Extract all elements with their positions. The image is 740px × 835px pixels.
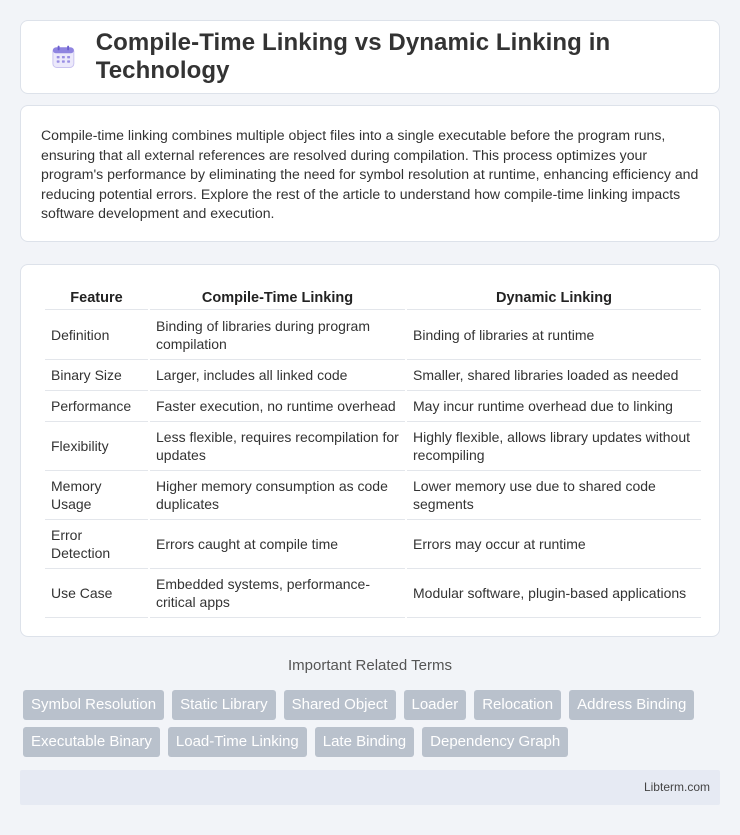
table-cell-compile-time: Binding of libraries during program comp… [150,310,405,360]
table-cell-dynamic: Errors may occur at runtime [407,520,701,569]
table-cell-compile-time: Larger, includes all linked code [150,360,405,391]
intro-paragraph: Compile-time linking combines multiple o… [41,127,699,222]
table-cell-feature: Binary Size [45,360,148,391]
tag-shared-object[interactable]: Shared Object [283,690,396,720]
table-row: Use Case Embedded systems, performance-c… [45,569,701,618]
related-terms-title: Important Related Terms [288,657,452,674]
column-header-compile-time: Compile-Time Linking [150,286,405,310]
header-card: Compile-Time Linking vs Dynamic Linking … [20,20,720,94]
comparison-table: Feature Compile-Time Linking Dynamic Lin… [43,286,703,618]
table-cell-feature: Definition [45,310,148,360]
tag-static-library[interactable]: Static Library [172,690,276,720]
footer-bar: Libterm.com [20,770,720,805]
table-cell-feature: Performance [45,391,148,422]
related-terms-tags: Symbol Resolution Static Library Shared … [23,690,723,764]
table-row: Definition Binding of libraries during p… [45,310,701,360]
tag-load-time-linking[interactable]: Load-Time Linking [167,727,307,757]
tag-loader[interactable]: Loader [403,690,467,720]
table-cell-dynamic: Highly flexible, allows library updates … [407,422,701,471]
page-title: Compile-Time Linking vs Dynamic Linking … [95,29,611,84]
column-header-feature: Feature [45,286,148,310]
tag-address-binding[interactable]: Address Binding [569,690,695,720]
table-cell-compile-time: Faster execution, no runtime overhead [150,391,405,422]
table-row: Error Detection Errors caught at compile… [45,520,701,569]
table-cell-compile-time: Less flexible, requires recompilation fo… [150,422,405,471]
tag-executable-binary[interactable]: Executable Binary [23,727,160,757]
table-cell-feature: Memory Usage [45,471,148,520]
table-cell-dynamic: Binding of libraries at runtime [407,310,701,360]
table-row: Performance Faster execution, no runtime… [45,391,701,422]
table-cell-dynamic: Modular software, plugin-based applicati… [407,569,701,618]
calendar-grid-icon [52,45,75,68]
intro-card: Compile-time linking combines multiple o… [20,105,720,242]
table-cell-compile-time: Embedded systems, performance-critical a… [150,569,405,618]
table-cell-feature: Use Case [45,569,148,618]
table-row: Memory Usage Higher memory consumption a… [45,471,701,520]
footer-brand-link[interactable]: Libterm.com [644,780,710,794]
table-cell-feature: Flexibility [45,422,148,471]
tag-row: Executable Binary Load-Time Linking Late… [23,727,723,757]
tag-symbol-resolution[interactable]: Symbol Resolution [23,690,165,720]
table-cell-compile-time: Higher memory consumption as code duplic… [150,471,405,520]
tag-row: Symbol Resolution Static Library Shared … [23,690,723,720]
table-cell-dynamic: Smaller, shared libraries loaded as need… [407,360,701,391]
tag-dependency-graph[interactable]: Dependency Graph [422,727,569,757]
table-cell-dynamic: Lower memory use due to shared code segm… [407,471,701,520]
tag-late-binding[interactable]: Late Binding [314,727,415,757]
table-row: Binary Size Larger, includes all linked … [45,360,701,391]
table-header-row: Feature Compile-Time Linking Dynamic Lin… [45,286,701,310]
comparison-table-card: Feature Compile-Time Linking Dynamic Lin… [20,264,720,637]
table-cell-dynamic: May incur runtime overhead due to linkin… [407,391,701,422]
table-row: Flexibility Less flexible, requires reco… [45,422,701,471]
table-cell-feature: Error Detection [45,520,148,569]
column-header-dynamic: Dynamic Linking [407,286,701,310]
table-cell-compile-time: Errors caught at compile time [150,520,405,569]
tag-relocation[interactable]: Relocation [474,690,562,720]
